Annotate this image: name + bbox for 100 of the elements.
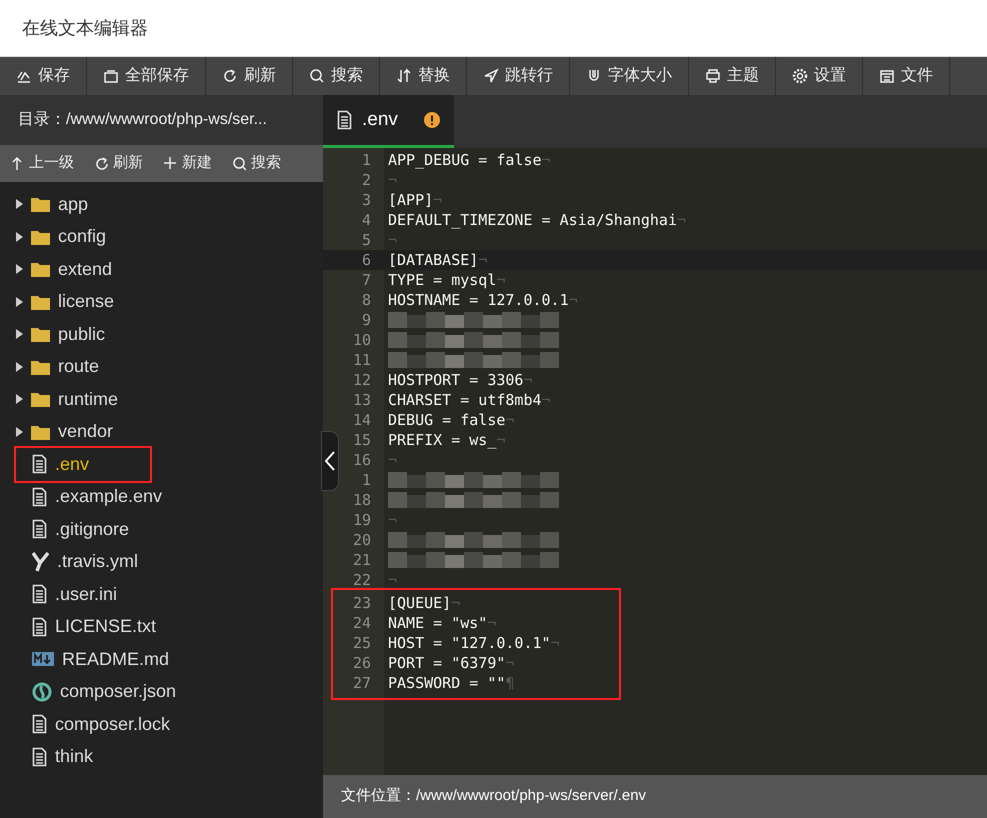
file-tree-item[interactable]: think bbox=[0, 740, 323, 773]
line-number: 7 bbox=[360, 270, 371, 290]
file-tree-item[interactable]: README.md bbox=[0, 643, 323, 676]
line-end-marker: ¬ bbox=[487, 613, 496, 633]
file-tree-item[interactable]: vendor bbox=[0, 416, 323, 448]
file-tree-item[interactable]: .user.ini bbox=[0, 578, 323, 610]
line-number: 20 bbox=[352, 530, 371, 550]
line-number: 15 bbox=[352, 430, 371, 450]
save-all-icon bbox=[103, 68, 119, 84]
code-text: HOST = "127.0.0.1" bbox=[388, 633, 551, 653]
line-number: 18 bbox=[352, 490, 371, 510]
code-text: APP_DEBUG = false bbox=[388, 150, 542, 170]
line-end-marker: ¬ bbox=[496, 270, 506, 290]
code-text: [APP] bbox=[388, 190, 434, 210]
line-end-marker: ¬ bbox=[388, 170, 398, 190]
line-number: 5 bbox=[360, 230, 371, 250]
file-tree-item[interactable]: composer.lock bbox=[0, 708, 323, 740]
code-text: PREFIX = ws_ bbox=[388, 430, 496, 450]
code-text: [DATABASE] bbox=[388, 250, 478, 270]
window-title: 在线文本编辑器 bbox=[22, 16, 148, 40]
line-end-marker: ¬ bbox=[505, 653, 514, 673]
line-number: 1 bbox=[360, 470, 371, 490]
search-icon bbox=[309, 68, 325, 84]
document-icon bbox=[32, 519, 47, 540]
expand-caret-icon bbox=[16, 329, 23, 340]
line-end-marker: ¬ bbox=[388, 570, 398, 590]
file-tree-item[interactable]: license bbox=[0, 286, 323, 318]
code-text: HOSTPORT = 3306 bbox=[388, 370, 524, 390]
code-text: TYPE = mysql bbox=[388, 270, 496, 290]
markdown-icon bbox=[32, 652, 54, 666]
document-icon bbox=[32, 714, 47, 734]
collapse-sidebar-handle[interactable] bbox=[321, 431, 339, 491]
editor-tab[interactable]: .env bbox=[323, 95, 454, 148]
sidebar-action-button[interactable]: 搜索 bbox=[222, 145, 291, 182]
line-number: 16 bbox=[352, 450, 371, 470]
document-icon bbox=[32, 616, 47, 637]
line-end-marker: ¬ bbox=[550, 633, 560, 653]
replace-icon bbox=[396, 68, 412, 84]
line-number: 1 bbox=[360, 150, 371, 170]
line-end-marker: ¬ bbox=[478, 250, 488, 270]
code-text: PASSWORD = "" bbox=[388, 673, 506, 693]
expand-caret-icon bbox=[16, 394, 23, 404]
sidebar-action-button[interactable]: 新建 bbox=[153, 145, 222, 182]
expand-caret-icon bbox=[16, 264, 23, 274]
folder-icon bbox=[31, 326, 50, 342]
code-text: NAME = "ws" bbox=[388, 613, 488, 633]
file-tree-item[interactable]: public bbox=[0, 318, 323, 350]
line-number: 4 bbox=[360, 210, 371, 230]
line-number: 19 bbox=[352, 510, 371, 530]
line-number: 22 bbox=[352, 570, 371, 590]
line-end-marker: ¬ bbox=[542, 390, 551, 410]
sidebar-action-button[interactable]: 上一级 bbox=[0, 145, 84, 182]
folder-icon bbox=[31, 228, 50, 245]
line-end-marker: ¬ bbox=[388, 510, 398, 530]
line-number: 14 bbox=[352, 410, 371, 430]
file-tree-item[interactable]: composer.json bbox=[0, 676, 323, 708]
line-end-marker: ¬ bbox=[451, 593, 460, 613]
line-number: 8 bbox=[360, 290, 371, 310]
plus-icon bbox=[163, 156, 177, 172]
document-icon bbox=[32, 584, 47, 604]
folder-icon bbox=[31, 358, 50, 375]
file-tree-item[interactable]: route bbox=[0, 350, 323, 383]
printer-icon bbox=[705, 68, 721, 84]
line-number: 26 bbox=[352, 653, 371, 673]
search-icon bbox=[232, 156, 246, 172]
code-text: PORT = "6379" bbox=[388, 653, 506, 673]
y-letter-icon bbox=[32, 552, 49, 572]
expand-caret-icon bbox=[16, 199, 23, 210]
folder-icon bbox=[31, 391, 50, 408]
expand-caret-icon bbox=[16, 426, 23, 437]
code-text: HOSTNAME = 127.0.0.1 bbox=[388, 290, 569, 310]
line-number: 12 bbox=[352, 370, 371, 390]
send-icon bbox=[483, 68, 499, 84]
file-tree-item[interactable]: runtime bbox=[0, 383, 323, 416]
file-tree-item[interactable]: .gitignore bbox=[0, 513, 323, 546]
code-text: DEFAULT_TIMEZONE = Asia/Shanghai bbox=[388, 210, 677, 230]
file-tree-item[interactable]: .travis.yml bbox=[0, 546, 323, 578]
document-icon bbox=[32, 746, 47, 767]
file-location-text: 文件位置：/www/wwwroot/php-ws/server/.env bbox=[341, 786, 646, 806]
line-number: 13 bbox=[352, 390, 371, 410]
code-text: [QUEUE] bbox=[388, 593, 452, 613]
line-end-marker: ¬ bbox=[388, 450, 398, 470]
file-tree-item[interactable]: app bbox=[0, 188, 323, 220]
document-icon bbox=[32, 454, 47, 474]
sidebar-action-button[interactable]: 刷新 bbox=[84, 145, 153, 182]
file-tree-item[interactable]: extend bbox=[0, 253, 323, 286]
file-tree-item[interactable]: .env bbox=[16, 448, 150, 480]
expand-caret-icon bbox=[16, 232, 23, 242]
line-number: 2 bbox=[360, 170, 371, 190]
refresh-icon bbox=[222, 68, 238, 84]
settings-icon bbox=[792, 68, 808, 84]
file-tree-item[interactable]: .example.env bbox=[0, 480, 323, 513]
file-tree-item[interactable]: config bbox=[0, 220, 323, 253]
line-end-marker: ¬ bbox=[388, 230, 398, 250]
code-text: DEBUG = false bbox=[388, 410, 506, 430]
file-tree-item[interactable]: LICENSE.txt bbox=[0, 610, 323, 643]
directory-path: 目录：/www/wwwroot/php-ws/ser... bbox=[18, 110, 267, 130]
line-end-marker: ¬ bbox=[505, 410, 514, 430]
line-number: 9 bbox=[360, 310, 371, 330]
line-number: 21 bbox=[352, 550, 371, 570]
